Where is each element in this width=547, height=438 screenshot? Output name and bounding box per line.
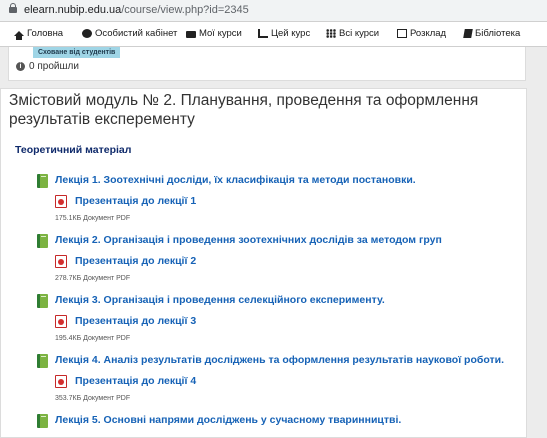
nav-my-courses-label: Мої курси xyxy=(199,28,242,39)
pdf-icon xyxy=(55,195,67,208)
presentation-link[interactable]: Презентація до лекції 3 xyxy=(75,315,196,327)
lecture-link[interactable]: Лекція 2. Організація і проведення зооте… xyxy=(55,234,442,246)
url-host: elearn.nubip.edu.ua xyxy=(24,4,122,16)
presentation-link[interactable]: Презентація до лекції 4 xyxy=(75,375,196,387)
presentation-item[interactable]: Презентація до лекції 3 xyxy=(55,315,355,329)
pdf-icon xyxy=(55,255,67,268)
course-section: Змістовий модуль № 2. Планування, провед… xyxy=(0,88,527,438)
lecture-item[interactable]: Лекція 1. Зоотехнічні досліди, їх класиф… xyxy=(37,174,527,188)
presentation-item[interactable]: Презентація до лекції 4 xyxy=(55,375,355,389)
lecture-link[interactable]: Лекція 3. Організація і проведення селек… xyxy=(55,294,385,306)
nav-dashboard-label: Особистий кабінет xyxy=(95,28,178,39)
book-icon xyxy=(37,414,48,428)
browser-address-bar[interactable]: elearn.nubip.edu.ua/course/view.php?id=2… xyxy=(0,0,547,22)
presentation-item[interactable]: Презентація до лекції 1 xyxy=(55,195,355,209)
nav-home-label: Головна xyxy=(27,28,64,39)
briefcase-icon xyxy=(186,30,196,38)
file-meta: 175.1КБ Документ PDF xyxy=(55,215,131,222)
hidden-from-students-badge: Сховане від студентів xyxy=(33,47,121,58)
nav-this-course-label: Цей курс xyxy=(271,28,311,39)
dashboard-icon xyxy=(82,29,92,38)
home-icon xyxy=(14,31,24,40)
file-meta: 195.4КБ Документ PDF xyxy=(55,335,131,342)
pdf-icon xyxy=(55,375,67,388)
lecture-link[interactable]: Лекція 5. Основні напрями досліджень у с… xyxy=(55,414,401,426)
file-meta: 353.7КБ Документ PDF xyxy=(55,395,131,402)
site-navbar: Головна Особистий кабінет Мої курси Цей … xyxy=(0,22,547,47)
nav-all-courses-label: Всі курси xyxy=(339,28,380,39)
calendar-icon xyxy=(397,29,407,38)
file-meta: 278.7КБ Документ PDF xyxy=(55,275,131,282)
nav-all-courses[interactable]: Всі курси xyxy=(326,28,379,39)
lecture-link[interactable]: Лекція 1. Зоотехнічні досліди, їх класиф… xyxy=(55,174,416,186)
book-icon xyxy=(37,174,48,188)
book-icon xyxy=(37,354,48,368)
url-text[interactable]: elearn.nubip.edu.ua/course/view.php?id=2… xyxy=(24,4,249,16)
book-icon xyxy=(463,29,473,38)
nav-home[interactable]: Головна xyxy=(14,28,64,40)
chart-icon xyxy=(258,29,268,38)
lecture-item[interactable]: Лекція 3. Організація і проведення селек… xyxy=(37,294,527,308)
presentation-link[interactable]: Презентація до лекції 1 xyxy=(75,195,196,207)
nav-library-label: Бібліотека xyxy=(475,28,521,39)
lecture-item[interactable]: Лекція 2. Організація і проведення зооте… xyxy=(37,234,527,248)
book-icon xyxy=(37,234,48,248)
presentation-item[interactable]: Презентація до лекції 2 xyxy=(55,255,355,269)
book-icon xyxy=(37,294,48,308)
previous-section-footer: Сховане від студентів i 0 пройшли xyxy=(8,47,526,81)
grid-icon xyxy=(326,29,336,38)
nav-dashboard[interactable]: Особистий кабінет xyxy=(82,28,177,39)
info-icon: i xyxy=(16,62,25,71)
lecture-link[interactable]: Лекція 4. Аналіз результатів досліджень … xyxy=(55,354,504,366)
completion-count[interactable]: 0 пройшли xyxy=(29,61,79,72)
url-path: /course/view.php?id=2345 xyxy=(121,4,249,16)
nav-library[interactable]: Бібліотека xyxy=(463,28,521,39)
presentation-link[interactable]: Презентація до лекції 2 xyxy=(75,255,196,267)
nav-schedule-label: Розклад xyxy=(410,28,447,39)
section-title: Змістовий модуль № 2. Планування, провед… xyxy=(9,92,479,128)
section-subheading: Теоретичний матеріал xyxy=(15,144,132,156)
nav-schedule[interactable]: Розклад xyxy=(397,28,446,39)
nav-this-course[interactable]: Цей курс xyxy=(258,28,310,39)
lecture-item[interactable]: Лекція 5. Основні напрями досліджень у с… xyxy=(37,414,527,428)
lecture-item[interactable]: Лекція 4. Аналіз результатів досліджень … xyxy=(37,354,527,368)
lock-icon xyxy=(9,3,17,13)
pdf-icon xyxy=(55,315,67,328)
nav-my-courses[interactable]: Мої курси xyxy=(186,28,242,39)
